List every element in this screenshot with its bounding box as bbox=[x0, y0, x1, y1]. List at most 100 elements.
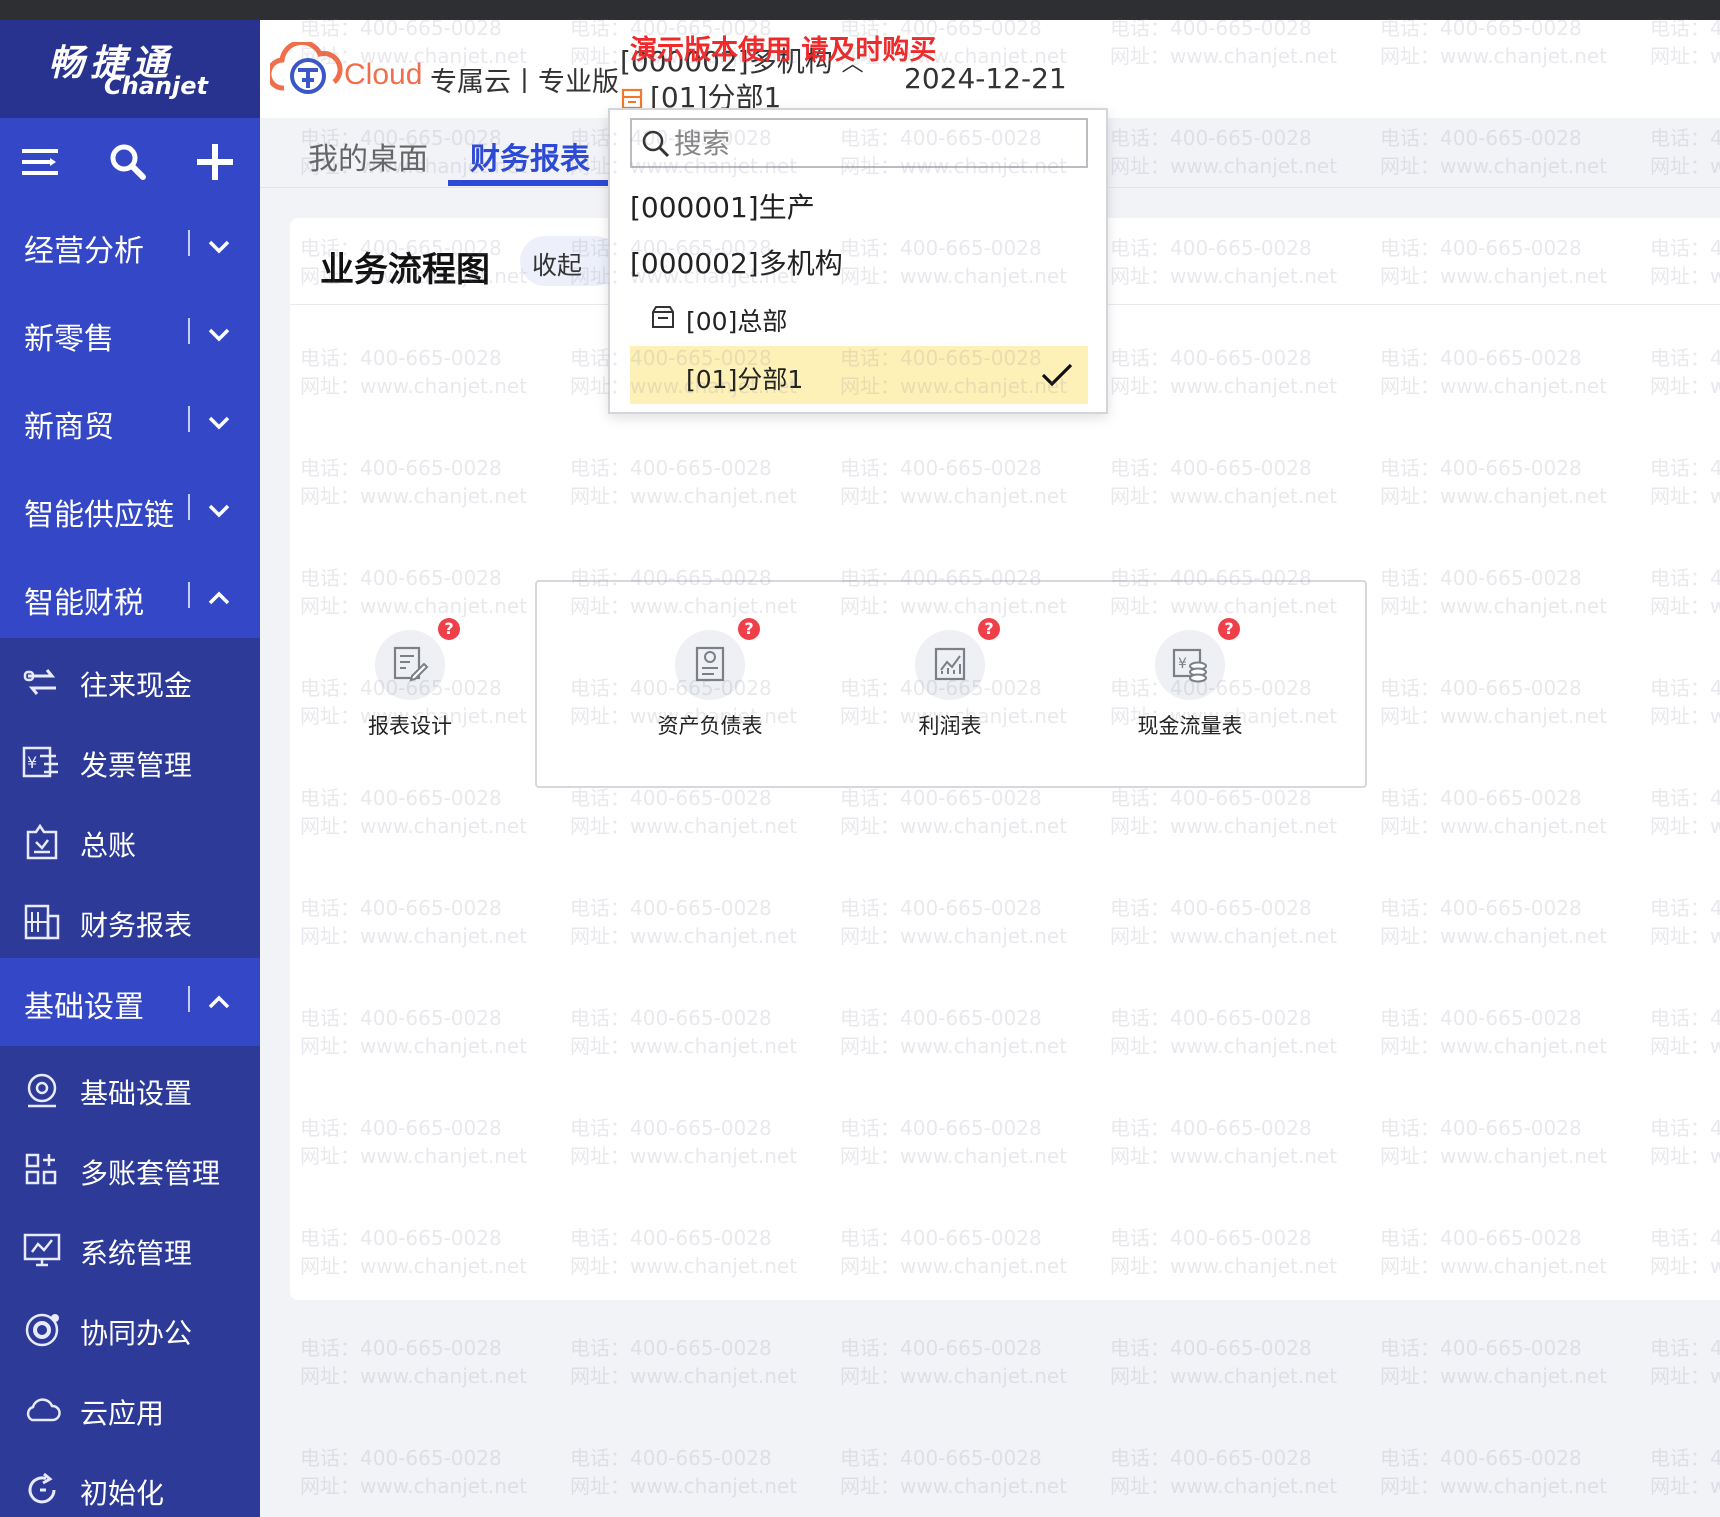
menu-group-finance-tax[interactable]: 智能财税 bbox=[0, 554, 260, 642]
sidebar-item-label: 协同办公 bbox=[80, 1317, 193, 1350]
menu-group-basic-settings[interactable]: 基础设置 bbox=[0, 958, 260, 1046]
func-label: 报表设计 bbox=[368, 714, 452, 738]
org-dropdown: [000001]生产 [000002]多机构 [00]总部 [01]分部1 bbox=[608, 108, 1108, 414]
svg-text:¥: ¥ bbox=[27, 753, 37, 772]
org-option-production[interactable]: [000001]生产 bbox=[630, 176, 1088, 232]
sidebar-item-multi-account[interactable]: 多账套管理 bbox=[0, 1130, 260, 1210]
help-icon[interactable]: ? bbox=[1218, 618, 1240, 640]
search-icon bbox=[642, 130, 670, 158]
menu-group-supply-chain[interactable]: 智能供应链 bbox=[0, 466, 260, 554]
refresh-icon bbox=[28, 1472, 56, 1504]
watermark-text: 电话：400-665-0028网址：www.chanjet.net bbox=[300, 1336, 528, 1388]
menu-group-new-retail[interactable]: 新零售 bbox=[0, 290, 260, 378]
collab-icon bbox=[25, 1313, 59, 1347]
report-design-icon bbox=[393, 646, 429, 682]
func-balance-sheet[interactable]: ? 资产负债表 bbox=[630, 618, 790, 750]
menu-separator bbox=[188, 494, 190, 520]
watermark-text: 电话：400-665-0028网址：www.chanjet.net bbox=[840, 1336, 1068, 1388]
watermark-text: 电话：400-665-0028网址：www.chanjet.net bbox=[840, 1446, 1068, 1498]
sidebar-item-general-ledger[interactable]: 总账 bbox=[0, 802, 260, 882]
func-profit-statement[interactable]: ? 利润表 bbox=[870, 618, 1030, 750]
card-title: 业务流程图 bbox=[320, 250, 490, 290]
menu-separator bbox=[188, 986, 190, 1012]
sidebar-item-label: 往来现金 bbox=[80, 669, 193, 702]
watermark-text: 电话：400-665-0028网址：www.chanjet.net bbox=[1110, 1336, 1338, 1388]
func-label: 利润表 bbox=[918, 714, 982, 738]
func-label: 现金流量表 bbox=[1137, 714, 1243, 738]
edition-label: 专属云丨专业版 bbox=[430, 67, 619, 98]
menu-separator bbox=[188, 230, 190, 256]
active-tab-indicator bbox=[448, 180, 616, 186]
menu-group-business-analysis[interactable]: 经营分析 bbox=[0, 202, 260, 290]
collapse-label: 收起 bbox=[532, 251, 583, 280]
chevron-down-icon bbox=[208, 328, 230, 342]
watermark-text: 电话：400-665-0028网址：www.chanjet.net bbox=[570, 1446, 798, 1498]
dropdown-search-box bbox=[630, 118, 1088, 168]
func-label: 资产负债表 bbox=[657, 714, 763, 738]
func-icon-circle bbox=[675, 630, 745, 700]
chevron-up-icon bbox=[208, 995, 230, 1009]
store-icon bbox=[652, 306, 674, 328]
branch-option-hq[interactable]: [00]总部 bbox=[630, 288, 1088, 346]
add-icon[interactable] bbox=[193, 140, 237, 184]
menu-group-new-trade[interactable]: 新商贸 bbox=[0, 378, 260, 466]
help-icon[interactable]: ? bbox=[738, 618, 760, 640]
sidebar-item-financial-report[interactable]: 财务报表 bbox=[0, 882, 260, 962]
sidebar-item-transfer-cash[interactable]: 往来现金 bbox=[0, 642, 260, 722]
window-top-strip bbox=[0, 0, 1720, 20]
sidebar-item-label: 云应用 bbox=[80, 1397, 165, 1430]
cloud-icon bbox=[26, 1398, 61, 1422]
chevron-down-icon bbox=[208, 240, 230, 254]
watermark-text: 电话：400-665-0028网址：www.chanjet.net bbox=[1380, 1336, 1608, 1388]
tab-my-desktop[interactable]: 我的桌面 bbox=[308, 134, 428, 178]
balance-sheet-icon bbox=[695, 646, 725, 682]
checkmark-icon bbox=[1041, 363, 1073, 387]
chevron-down-icon bbox=[208, 504, 230, 518]
sidebar: 畅捷通 Chanjet 经营分析 新零售 新商贸 智能供应链 智能财税 往来现金… bbox=[0, 20, 260, 1517]
watermark-text: 电话：400-665-0028网址：www.chanjet.net bbox=[1650, 1446, 1720, 1498]
help-icon[interactable]: ? bbox=[978, 618, 1000, 640]
tab-financial-report[interactable]: 财务报表 bbox=[470, 134, 590, 178]
report-building-icon bbox=[24, 904, 60, 940]
search-icon[interactable] bbox=[106, 140, 150, 184]
brand-cloud-text: Cloud bbox=[344, 58, 423, 91]
sidebar-item-system-management[interactable]: 系统管理 bbox=[0, 1210, 260, 1290]
chanjet-logo[interactable]: 畅捷通 Chanjet bbox=[0, 20, 260, 118]
watermark-text: 电话：400-665-0028网址：www.chanjet.net bbox=[300, 1446, 528, 1498]
branch-option-label: [01]分部1 bbox=[686, 365, 804, 394]
func-cash-flow[interactable]: ¥ ? 现金流量表 bbox=[1110, 618, 1270, 750]
sidebar-item-collaboration[interactable]: 协同办公 bbox=[0, 1290, 260, 1370]
chevron-down-icon bbox=[208, 416, 230, 430]
sidebar-item-invoice[interactable]: ¥ 发票管理 bbox=[0, 722, 260, 802]
func-icon-circle bbox=[915, 630, 985, 700]
org-option-multi-org[interactable]: [000002]多机构 bbox=[630, 232, 1088, 288]
sidebar-item-initialization[interactable]: 初始化 bbox=[0, 1450, 260, 1517]
menu-separator bbox=[188, 406, 190, 432]
sidebar-item-label: 初始化 bbox=[80, 1477, 165, 1510]
monitor-icon bbox=[23, 1233, 61, 1267]
transfer-icon bbox=[23, 669, 56, 695]
branch-option-branch1[interactable]: [01]分部1 bbox=[630, 346, 1088, 404]
watermark-text: 电话：400-665-0028网址：www.chanjet.net bbox=[1650, 1336, 1720, 1388]
watermark-text: 电话：400-665-0028网址：www.chanjet.net bbox=[1110, 1446, 1338, 1498]
t-cloud-logo-icon bbox=[270, 42, 343, 94]
chevron-up-icon bbox=[208, 591, 230, 605]
invoice-icon: ¥ bbox=[22, 746, 58, 778]
menu-group-label: 智能财税 bbox=[24, 586, 144, 621]
sidebar-item-label: 总账 bbox=[80, 829, 137, 862]
func-report-design[interactable]: ? 报表设计 bbox=[330, 618, 490, 750]
sidebar-item-label: 财务报表 bbox=[80, 909, 193, 942]
sidebar-toolbar bbox=[0, 118, 260, 202]
menu-group-label: 新零售 bbox=[24, 322, 114, 357]
collapse-button[interactable]: 收起 bbox=[520, 236, 620, 286]
dropdown-search-input[interactable] bbox=[674, 124, 1074, 162]
menu-group-label: 基础设置 bbox=[24, 990, 144, 1025]
demo-promo-text: 演示版本使用 请及时购买 bbox=[630, 35, 937, 66]
sidebar-item-cloud-apps[interactable]: 云应用 bbox=[0, 1370, 260, 1450]
menu-toggle-icon[interactable] bbox=[18, 140, 62, 184]
sidebar-item-basic-settings[interactable]: 基础设置 bbox=[0, 1050, 260, 1130]
help-icon[interactable]: ? bbox=[438, 618, 460, 640]
menu-separator bbox=[188, 582, 190, 608]
sidebar-item-label: 系统管理 bbox=[80, 1237, 193, 1270]
menu-group-label: 经营分析 bbox=[24, 234, 144, 269]
